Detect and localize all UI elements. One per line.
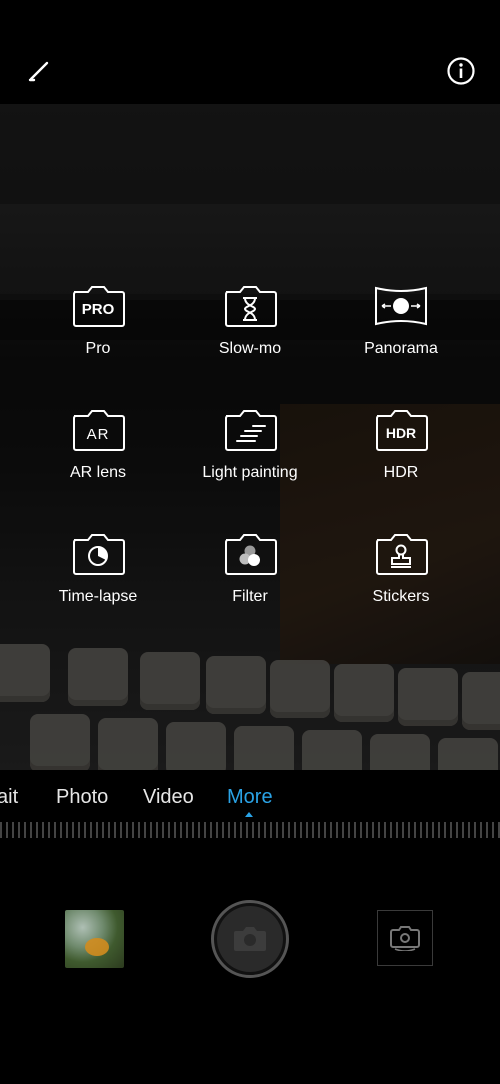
mode-scroll-ticks[interactable] [0,822,500,838]
mode-tab-photo[interactable]: Photo [56,786,108,809]
mode-label: Stickers [372,588,430,605]
camera-controls [0,850,500,1084]
filter-camera-icon [225,534,277,575]
mode-time-lapse[interactable]: Time-lapse [23,532,173,632]
mode-label: HDR [383,464,419,481]
ar-camera-icon: AR [73,410,125,451]
mode-label: Slow-mo [218,340,282,357]
shutter-button[interactable] [211,900,289,978]
mode-hdr[interactable]: HDR HDR [326,408,476,508]
camera-icon [217,906,283,972]
mode-label: AR lens [69,464,127,481]
mode-label: Panorama [364,340,438,357]
switch-camera-icon[interactable] [377,910,433,966]
time-lapse-camera-icon [73,534,125,575]
mode-tab-portrait[interactable]: ait [0,786,18,809]
mode-tab-video[interactable]: Video [143,786,194,809]
top-bar [0,0,500,104]
mode-stickers[interactable]: Stickers [326,532,476,632]
hourglass-camera-icon [225,286,277,327]
svg-text:HDR: HDR [386,425,416,441]
active-mode-indicator [245,812,253,817]
svg-text:AR: AR [87,426,110,443]
mode-selector-bar: ait Photo Video More [0,770,500,850]
pencil-icon[interactable] [24,56,54,86]
mode-label: Pro [85,340,111,357]
mode-filter[interactable]: Filter [175,532,325,632]
hdr-camera-icon: HDR [376,410,428,451]
mode-label: Filter [232,588,268,605]
mode-light-painting[interactable]: Light painting [175,408,325,508]
mode-tab-more[interactable]: More [227,786,273,809]
thumbnail-image [85,938,109,956]
pro-camera-icon: PRO [73,286,125,327]
stickers-camera-icon [376,534,428,575]
panorama-camera-icon [375,286,427,326]
mode-panorama[interactable]: Panorama [326,284,476,384]
svg-text:PRO: PRO [82,301,115,318]
mode-slow-mo[interactable]: Slow-mo [175,284,325,384]
mode-pro[interactable]: PRO Pro [23,284,173,384]
light-painting-camera-icon [225,410,277,451]
info-icon[interactable] [446,56,476,86]
gallery-thumbnail[interactable] [65,910,124,968]
mode-ar-lens[interactable]: AR AR lens [23,408,173,508]
mode-label: Light painting [202,464,298,481]
mode-label: Time-lapse [58,588,138,605]
